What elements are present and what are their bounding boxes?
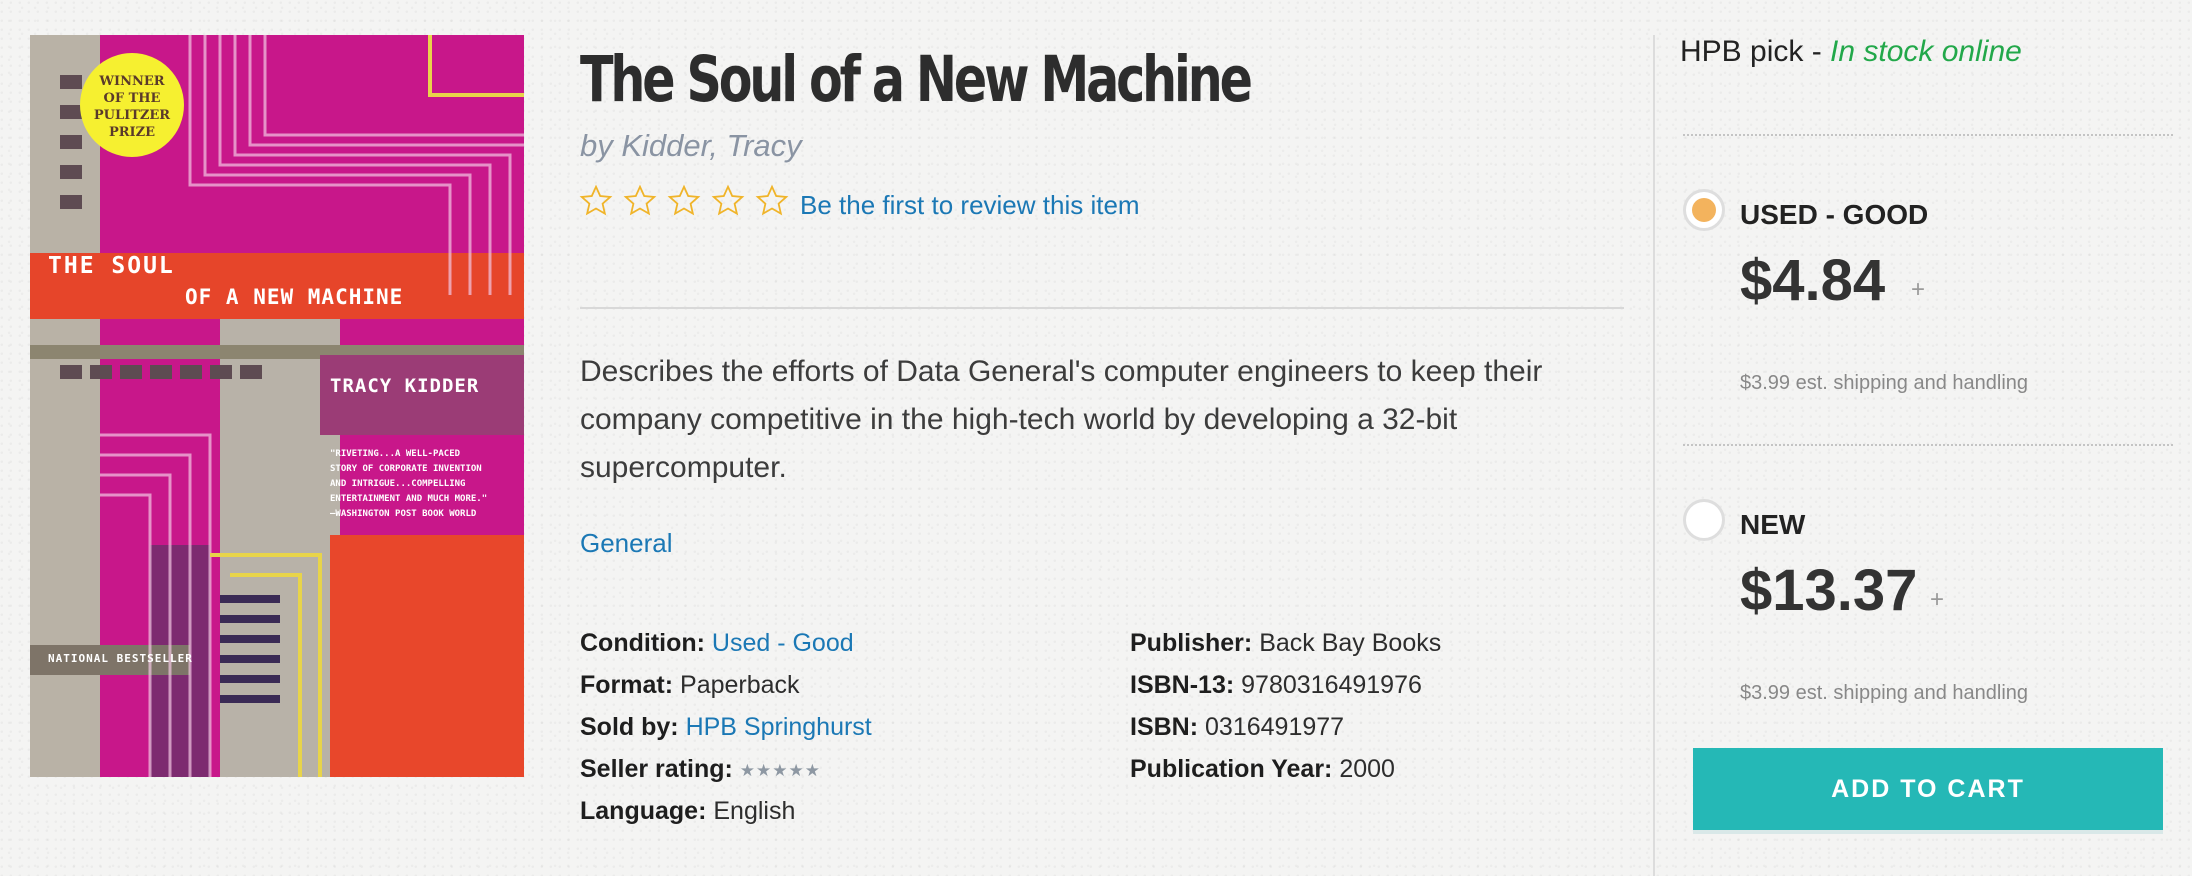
detail-value: 9780316491976 [1241, 671, 1422, 699]
option-condition-new[interactable]: NEW [1740, 509, 1805, 541]
star-outline-icon[interactable] [622, 183, 658, 219]
star-outline-icon[interactable] [710, 183, 746, 219]
star-icon: ★ [756, 760, 772, 780]
radio-dot [1692, 198, 1716, 222]
category-link[interactable]: General [580, 528, 673, 559]
cover-bestseller: NATIONAL BESTSELLER [48, 652, 193, 665]
detail-label: Condition: [580, 629, 705, 657]
detail-value: Paperback [680, 671, 800, 699]
badge-line: OF THE [103, 91, 161, 106]
detail-label: Publisher: [1130, 629, 1253, 657]
blurb-line: —WASHINGTON POST BOOK WORLD [330, 509, 477, 519]
review-link[interactable]: Be the first to review this item [800, 190, 1140, 221]
cover-title-line1: THE SOUL [48, 253, 175, 279]
badge-line: WINNER [99, 74, 165, 89]
cover-author: TRACY KIDDER [330, 375, 480, 397]
dotted-divider [1683, 444, 2173, 446]
star-icon: ★ [788, 760, 804, 780]
star-outline-icon[interactable] [666, 183, 702, 219]
hpb-pick-heading: HPB pick - In stock online [1680, 35, 2022, 69]
add-to-cart-button[interactable]: ADD TO CART [1693, 748, 2163, 830]
seller-link[interactable]: HPB Springhurst [686, 713, 872, 741]
blurb-line: AND INTRIGUE...COMPELLING [330, 479, 466, 489]
rating-stars[interactable] [578, 183, 790, 219]
star-icon: ★ [739, 760, 756, 780]
page-title: The Soul of a New Machine [580, 43, 1253, 116]
detail-seller-rating: Seller rating: ★ ★ ★ ★ ★ [580, 755, 820, 784]
plus-icon: + [1911, 276, 1926, 303]
detail-label: Sold by: [580, 713, 679, 741]
detail-value: 2000 [1339, 755, 1395, 783]
option-condition-used-good[interactable]: USED - GOOD [1740, 199, 1928, 231]
detail-isbn: ISBN: 0316491977 [1130, 713, 1344, 742]
detail-value: Back Bay Books [1259, 629, 1442, 657]
condition-link[interactable]: Used - Good [712, 629, 854, 657]
panel-divider [1653, 35, 1655, 876]
detail-publisher: Publisher: Back Bay Books [1130, 629, 1441, 658]
detail-label: Seller rating: [580, 755, 733, 783]
radio-selected-icon[interactable] [1683, 189, 1725, 231]
cover-blurb: "RIVETING...A WELL-PACED STORY OF CORPOR… [330, 447, 487, 522]
divider [580, 307, 1624, 309]
pulitzer-badge: WINNER OF THE PULITZER PRIZE [80, 73, 184, 141]
book-cover-image[interactable]: WINNER OF THE PULITZER PRIZE THE SOUL OF… [30, 35, 524, 777]
star-icon: ★ [804, 760, 821, 780]
option-shipping-used-good: $3.99 est. shipping and handling [1740, 372, 2029, 394]
seller-rating-stars: ★ ★ ★ ★ ★ [740, 762, 820, 779]
blurb-line: STORY OF CORPORATE INVENTION [330, 464, 482, 474]
detail-format: Format: Paperback [580, 671, 800, 700]
option-price-new: $13.37 [1740, 558, 1918, 623]
blurb-line: "RIVETING...A WELL-PACED [330, 449, 461, 459]
star-outline-icon[interactable] [754, 183, 790, 219]
blurb-line: ENTERTAINMENT AND MUCH MORE." [330, 494, 488, 504]
detail-label: Publication Year: [1130, 755, 1333, 783]
radio-empty-icon[interactable] [1683, 499, 1725, 541]
detail-publication-year: Publication Year: 2000 [1130, 755, 1395, 784]
detail-value: 0316491977 [1205, 713, 1345, 741]
detail-label: ISBN-13: [1130, 671, 1235, 699]
detail-condition: Condition: Used - Good [580, 629, 854, 658]
cover-title-line2: OF A NEW MACHINE [185, 285, 404, 309]
detail-label: Language: [580, 797, 707, 825]
author-name: by Kidder, Tracy [580, 128, 802, 163]
pick-label: HPB pick - [1680, 35, 1831, 68]
detail-isbn13: ISBN-13: 9780316491976 [1130, 671, 1422, 700]
product-description: Describes the efforts of Data General's … [580, 355, 1543, 484]
detail-value: English [713, 797, 796, 825]
badge-line: PRIZE [108, 125, 156, 140]
star-outline-icon[interactable] [578, 183, 614, 219]
stock-status: In stock online [1830, 35, 2022, 68]
option-shipping-new: $3.99 est. shipping and handling [1740, 682, 2029, 704]
dotted-divider [1683, 134, 2173, 136]
detail-label: ISBN: [1130, 713, 1199, 741]
detail-language: Language: English [580, 797, 795, 826]
option-price-used-good: $4.84 [1740, 248, 1886, 313]
badge-line: PULITZER [93, 108, 171, 123]
star-icon: ★ [772, 760, 788, 780]
plus-icon: + [1930, 586, 1945, 613]
detail-label: Format: [580, 671, 674, 699]
detail-sold-by: Sold by: HPB Springhurst [580, 713, 872, 742]
